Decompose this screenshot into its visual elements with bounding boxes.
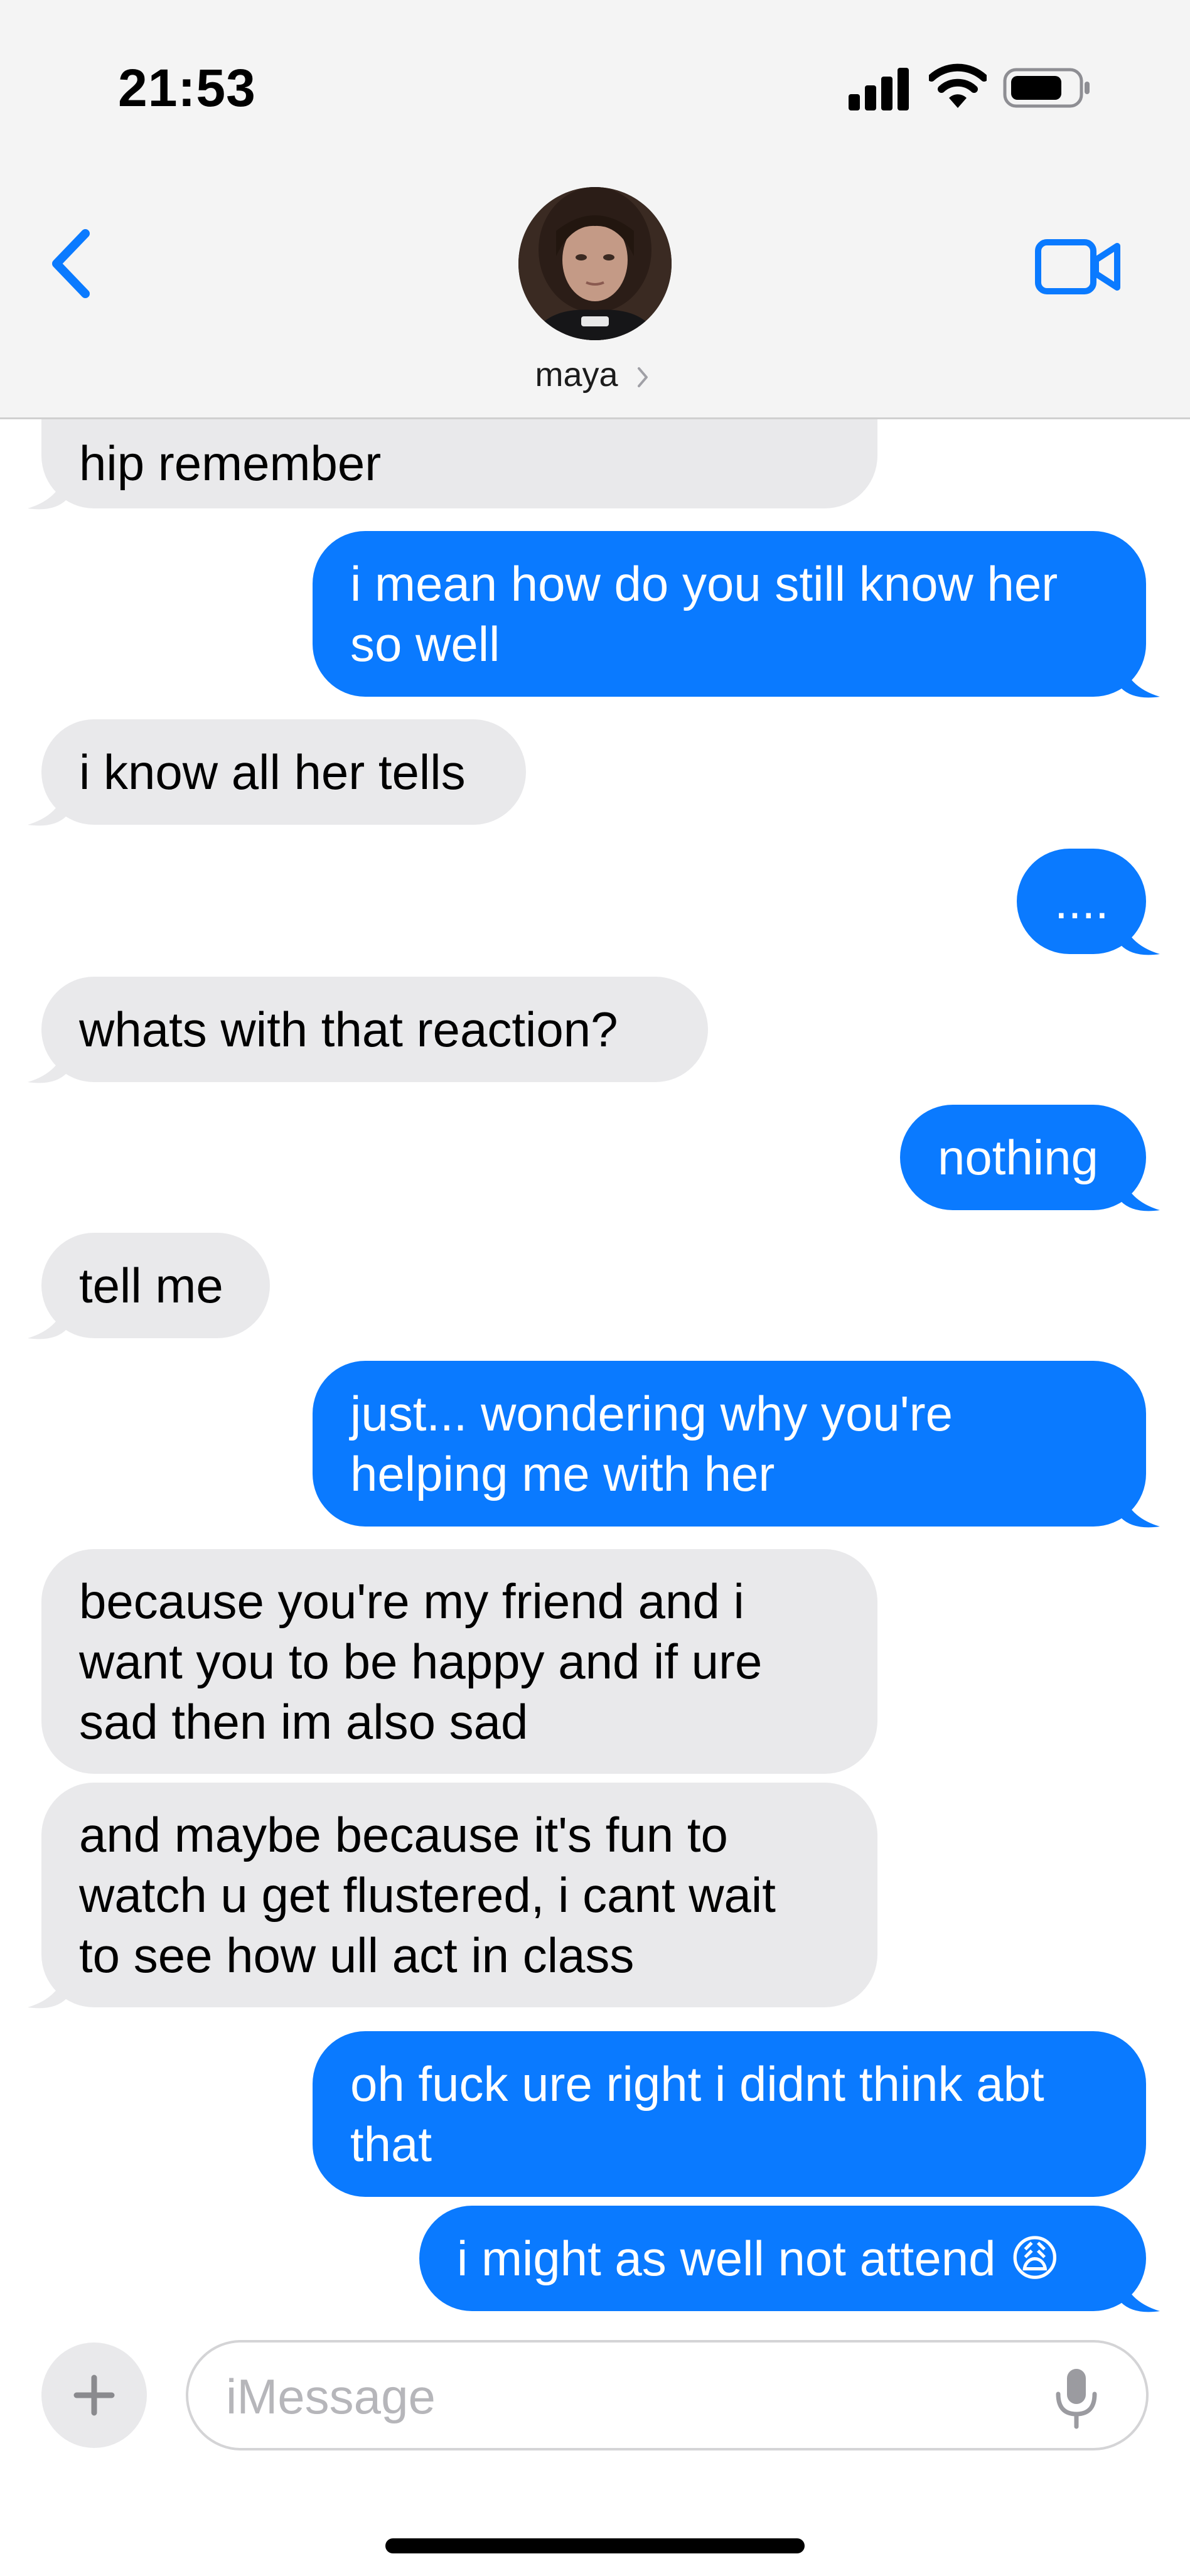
contact-name: maya [535,356,618,394]
bubble-tail [28,1298,67,1339]
conversation-header: 21:53 maya [0,0,1190,419]
bubble-tail [1121,1486,1160,1528]
message-text-line: hip remember [79,436,382,491]
message-text-line: because you're my friend and i [79,1574,744,1629]
incoming-message-bubble[interactable]: and maybe because it's fun to watch u get… [41,1783,877,2007]
status-time: 21:53 [118,58,256,117]
bubble-tail [1121,914,1160,955]
incoming-message-bubble[interactable]: whats with that reaction? [41,977,708,1082]
bubble-tail [28,1042,67,1083]
outgoing-message-bubble[interactable]: nothing [900,1105,1146,1210]
contact-avatar[interactable] [518,187,672,340]
message-text-line: oh fuck ure right i didnt think abt [350,2056,1044,2112]
message-text-line: just... wondering why you're [350,1386,953,1441]
incoming-message-bubble[interactable]: i know all her tells [41,719,526,825]
bubble-tail [28,468,67,510]
bubble-tail [28,1967,67,2009]
home-indicator [385,2538,805,2553]
contact-photo [518,187,672,340]
wifi-icon [929,63,987,108]
outgoing-message-bubble[interactable]: i mean how do you still know her so well [313,531,1146,697]
add-attachment-button[interactable] [41,2343,147,2448]
contact-name-button[interactable]: maya [0,355,1190,394]
outgoing-message-bubble[interactable]: just... wondering why you're helping me w… [313,1361,1146,1527]
chevron-right-icon [637,367,648,387]
bubble-tail [28,785,67,826]
video-camera-icon[interactable] [1034,232,1122,301]
message-text-line: sad then im also sad [79,1694,528,1749]
message-text-line: i know all her tells [79,744,466,800]
cellular-signal-icon [849,67,911,110]
bubble-tail [1121,657,1160,698]
message-text-line: whats with that reaction? [79,1002,618,1057]
message-text-line: .... [1054,874,1109,929]
plus-icon [73,2375,115,2416]
message-text-line: nothing [938,1130,1098,1185]
outgoing-message-bubble[interactable]: i might as well not attend 😩 [419,2206,1146,2311]
battery-icon [1003,68,1090,108]
microphone-icon[interactable] [1049,2366,1103,2429]
outgoing-message-bubble[interactable]: oh fuck ure right i didnt think abt that [313,2031,1146,2197]
bubble-tail [1121,2271,1160,2312]
message-text-line: so well [350,616,500,672]
message-text-line: to see how ull act in class [79,1928,635,1983]
message-text-line: that [350,2117,432,2172]
message-text-line: i might as well not attend 😩 [457,2231,1061,2286]
message-text-line: want you to be happy and if ure [79,1634,763,1689]
message-input-container [186,2340,1149,2450]
incoming-message-bubble[interactable]: tell me [41,1233,270,1338]
message-text-line: i mean how do you still know her [350,556,1058,611]
incoming-message-bubble[interactable]: because you're my friend and i want you t… [41,1549,877,1774]
messages-conversation-screen: hip remember i mean how do you still know… [0,0,1190,2576]
message-text-line: watch u get flustered, i cant wait [79,1867,776,1923]
message-text-line: tell me [79,1258,223,1313]
message-input[interactable] [226,2365,1042,2428]
incoming-message-bubble[interactable]: hip remember [41,418,877,508]
message-text-line: and maybe because it's fun to [79,1807,728,1862]
bubble-tail [1121,1170,1160,1211]
back-chevron-icon[interactable] [38,220,113,308]
message-text-line: helping me with her [350,1446,775,1501]
